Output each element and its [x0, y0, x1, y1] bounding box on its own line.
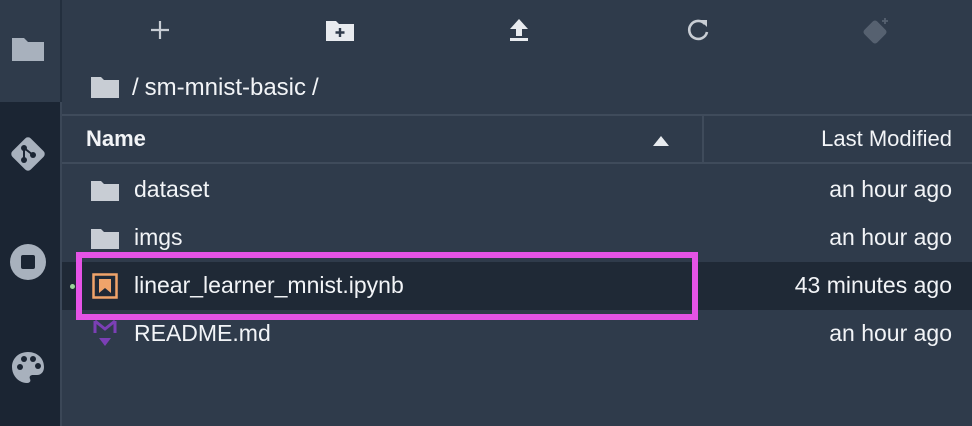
- file-modified: an hour ago: [829, 176, 952, 202]
- git-icon[interactable]: [8, 134, 48, 174]
- breadcrumb-folder[interactable]: sm-mnist-basic: [145, 74, 306, 102]
- breadcrumb: / sm-mnist-basic /: [90, 70, 325, 106]
- file-row-imgs[interactable]: imgs an hour ago: [62, 214, 972, 262]
- folder-icon: [90, 223, 120, 253]
- refresh-icon: [685, 17, 711, 48]
- file-modified: an hour ago: [829, 320, 952, 346]
- folder-icon[interactable]: [8, 28, 48, 68]
- breadcrumb-separator: /: [312, 74, 319, 101]
- file-name: imgs: [134, 224, 183, 250]
- file-row-readme[interactable]: README.md an hour ago: [62, 310, 972, 358]
- refresh-button[interactable]: [680, 14, 716, 50]
- upload-icon: [507, 17, 531, 48]
- file-modified: 43 minutes ago: [794, 272, 952, 298]
- file-name: linear_learner_mnist.ipynb: [134, 272, 404, 298]
- column-divider[interactable]: [702, 116, 704, 164]
- home-folder-icon[interactable]: [90, 74, 122, 102]
- file-row-dataset[interactable]: dataset an hour ago: [62, 166, 972, 214]
- notebook-icon: [90, 271, 120, 301]
- git-clone-button[interactable]: [858, 14, 894, 50]
- file-name: README.md: [134, 320, 271, 346]
- git-clone-icon: [861, 15, 891, 50]
- palette-icon[interactable]: [8, 348, 48, 388]
- file-browser-toolbar: [62, 0, 972, 64]
- file-browser-panel: / sm-mnist-basic / Name Last Modified da…: [62, 0, 972, 426]
- sort-ascending-icon[interactable]: [652, 134, 670, 152]
- folder-icon: [90, 175, 120, 205]
- plus-icon: [149, 19, 171, 46]
- markdown-icon: [90, 319, 120, 349]
- new-launcher-button[interactable]: [142, 14, 178, 50]
- activity-bar: [0, 0, 60, 426]
- file-list: dataset an hour ago imgs an hour ago lin…: [62, 166, 972, 358]
- file-row-notebook[interactable]: linear_learner_mnist.ipynb 43 minutes ag…: [62, 262, 972, 310]
- stop-circle-icon[interactable]: [8, 242, 48, 282]
- upload-button[interactable]: [501, 14, 537, 50]
- file-name: dataset: [134, 176, 210, 202]
- new-folder-icon: [325, 18, 355, 47]
- last-modified-column-header[interactable]: Last Modified: [821, 126, 952, 152]
- new-folder-button[interactable]: [322, 14, 358, 50]
- breadcrumb-separator: /: [132, 74, 139, 101]
- file-list-header: Name Last Modified: [62, 114, 972, 164]
- running-indicator: [70, 284, 75, 289]
- name-column-header[interactable]: Name: [86, 126, 146, 152]
- file-modified: an hour ago: [829, 224, 952, 250]
